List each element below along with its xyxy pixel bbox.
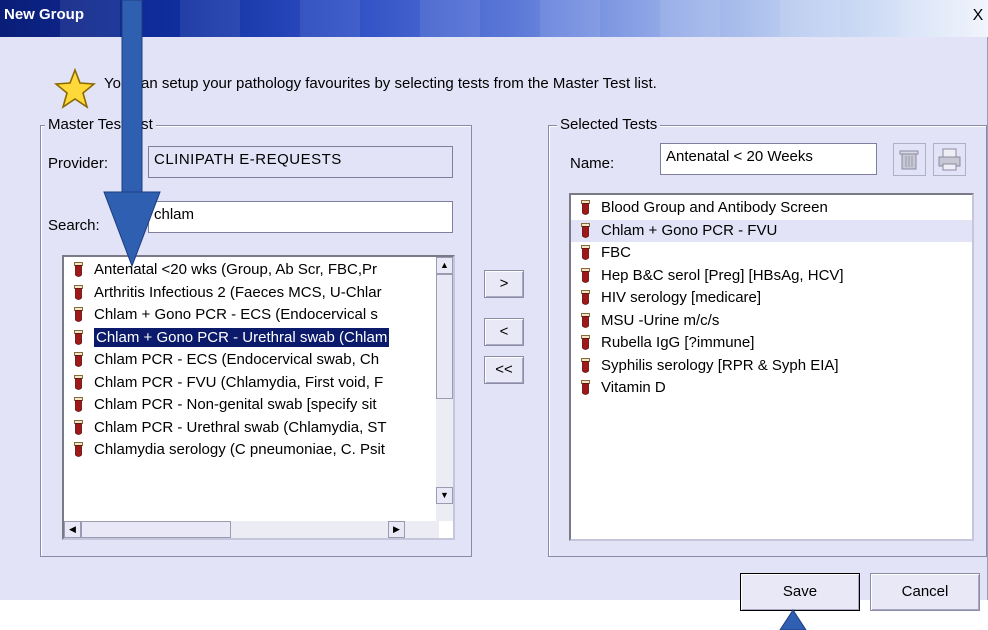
master-list-item-label: Chlam + Gono PCR - ECS (Endocervical s [94, 306, 378, 323]
selected-list-item[interactable]: FBC [571, 242, 972, 265]
master-list-item-label: Chlam PCR - Non-genital swab [specify si… [94, 396, 377, 413]
master-list-item[interactable]: Chlam PCR - Non-genital swab [specify si… [64, 394, 439, 417]
master-list-item[interactable]: Chlam + Gono PCR - Urethral swab (Chlam [64, 327, 439, 350]
selected-list-item-label: Hep B&C serol [Preg] [HBsAg, HCV] [601, 266, 844, 284]
selected-list-item[interactable]: Rubella IgG [?immune] [571, 332, 972, 355]
selected-list-item[interactable]: Syphilis serology [RPR & Syph EIA] [571, 355, 972, 378]
test-tube-icon [581, 357, 590, 373]
test-tube-icon [74, 397, 83, 412]
group-name-input[interactable]: Antenatal < 20 Weeks [660, 143, 877, 175]
print-icon [938, 148, 961, 171]
scroll-right-button[interactable]: ▶ [388, 521, 405, 538]
master-list-item[interactable]: Chlam PCR - FVU (Chlamydia, First void, … [64, 372, 439, 395]
selected-list-item-label: Chlam + Gono PCR - FVU [601, 221, 778, 239]
search-label: Search: [48, 217, 100, 234]
test-tube-icon [74, 262, 83, 277]
selected-list-item[interactable]: Blood Group and Antibody Screen [571, 197, 972, 220]
trash-icon [899, 150, 919, 170]
star-icon [54, 68, 96, 109]
cancel-button[interactable]: Cancel [870, 573, 980, 611]
test-tube-icon [74, 329, 83, 345]
selected-list-item[interactable]: Chlam + Gono PCR - FVU [571, 219, 972, 242]
master-list-item[interactable]: Chlamydia serology (C pneumoniae, C. Psi… [64, 439, 439, 462]
annotation-arrow-up [779, 609, 807, 630]
remove-all-button[interactable]: << [484, 356, 524, 384]
scroll-down-button[interactable]: ▼ [436, 487, 453, 504]
master-list-item-label: Chlam + Gono PCR - Urethral swab (Chlam [94, 327, 390, 347]
remove-test-button[interactable]: < [484, 318, 524, 346]
test-tube-icon [74, 374, 83, 390]
test-tube-icon [581, 312, 590, 328]
scroll-thumb[interactable] [436, 274, 453, 399]
close-button[interactable]: X [970, 6, 986, 26]
test-tube-icon [581, 290, 590, 305]
selected-list-item-label: Vitamin D [601, 379, 666, 396]
master-horizontal-scrollbar[interactable]: ◀ ▶ [64, 521, 439, 538]
test-tube-icon [74, 352, 83, 367]
master-list-item-label: Chlam PCR - Urethral swab (Chlamydia, ST [94, 418, 387, 436]
master-list-item-label: Chlam PCR - FVU (Chlamydia, First void, … [94, 373, 384, 391]
test-tube-icon [74, 419, 83, 435]
test-tube-icon [74, 284, 83, 300]
selected-list-item-label: Rubella IgG [?immune] [601, 334, 755, 351]
test-tube-icon [581, 222, 590, 238]
intro-text: You can setup your pathology favourites … [104, 75, 657, 92]
test-tube-icon [581, 245, 590, 260]
print-group-button[interactable] [933, 143, 966, 176]
selected-list-item-label: Blood Group and Antibody Screen [601, 199, 828, 216]
scroll-left-button[interactable]: ◀ [64, 521, 81, 538]
selected-list-item-label: Syphilis serology [RPR & Syph EIA] [601, 356, 839, 374]
master-list-item[interactable]: Arthritis Infectious 2 (Faeces MCS, U-Ch… [64, 282, 439, 305]
selected-tests-list[interactable]: Blood Group and Antibody Screen Chlam + G… [569, 193, 974, 541]
selected-list-item-label: FBC [601, 244, 631, 261]
search-input[interactable]: chlam [148, 201, 453, 233]
master-list-item-label: Chlam PCR - ECS (Endocervical swab, Ch [94, 351, 380, 368]
test-tube-icon [74, 442, 83, 457]
test-tube-icon [581, 200, 590, 215]
annotation-arrow-down [103, 0, 161, 268]
master-vertical-scrollbar[interactable]: ▲ ▼ [436, 257, 453, 521]
selected-list-item[interactable]: Vitamin D [571, 377, 972, 400]
master-list-item-label: Arthritis Infectious 2 (Faeces MCS, U-Ch… [94, 283, 382, 301]
test-tube-icon [581, 380, 590, 395]
master-list-item[interactable]: Chlam + Gono PCR - ECS (Endocervical s [64, 304, 439, 327]
selected-list-item[interactable]: HIV serology [medicare] [571, 287, 972, 310]
test-tube-icon [581, 267, 590, 283]
master-list-item[interactable]: Chlam PCR - Urethral swab (Chlamydia, ST [64, 417, 439, 440]
test-tube-icon [581, 335, 590, 350]
master-list-item-label: Chlamydia serology (C pneumoniae, C. Psi… [94, 441, 385, 458]
master-test-list[interactable]: Antenatal <20 wks (Group, Ab Scr, FBC,Pr… [62, 255, 455, 540]
scroll-up-button[interactable]: ▲ [436, 257, 453, 274]
selected-list-item-label: MSU -Urine m/c/s [601, 311, 720, 329]
window-title: New Group [4, 6, 85, 23]
add-test-button[interactable]: > [484, 270, 524, 298]
selected-tests-legend: Selected Tests [557, 116, 661, 134]
master-list-item[interactable]: Chlam PCR - ECS (Endocervical swab, Ch [64, 349, 439, 372]
hscroll-thumb[interactable] [81, 521, 231, 538]
delete-group-button[interactable] [893, 143, 926, 176]
test-tube-icon [74, 307, 83, 322]
selected-list-item[interactable]: MSU -Urine m/c/s [571, 310, 972, 333]
selected-list-item-label: HIV serology [medicare] [601, 289, 762, 306]
provider-field: CLINIPATH E-REQUESTS [148, 146, 453, 178]
selected-list-item[interactable]: Hep B&C serol [Preg] [HBsAg, HCV] [571, 265, 972, 288]
name-label: Name: [570, 155, 615, 172]
